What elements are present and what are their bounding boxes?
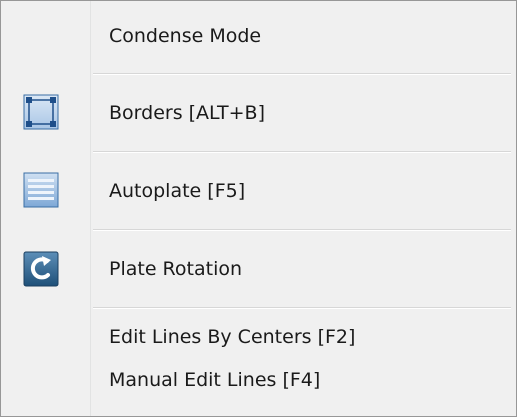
menu-item-condense-mode[interactable]: Condense Mode [1, 11, 516, 61]
menu-item-label: Autoplate [F5] [109, 180, 246, 202]
menu-item-autoplate[interactable]: Autoplate [F5] [1, 155, 516, 227]
menu-separator [93, 229, 511, 231]
menu-item-label: Plate Rotation [109, 258, 243, 280]
rotation-icon [23, 251, 59, 287]
autoplate-icon [23, 172, 59, 208]
menu-item-label: Manual Edit Lines [F4] [109, 369, 321, 391]
menu-item-edit-lines-by-centers[interactable]: Edit Lines By Centers [F2] [1, 313, 516, 357]
menu-item-borders[interactable]: Borders [ALT+B] [1, 77, 516, 149]
borders-icon [23, 94, 59, 130]
menu-separator [93, 73, 511, 75]
menu-item-manual-edit-lines[interactable]: Manual Edit Lines [F4] [1, 357, 516, 401]
context-menu: Condense Mode Borders [ALT+B] Autoplate … [0, 0, 517, 417]
menu-separator [93, 307, 511, 309]
menu-separator [93, 151, 511, 153]
menu-item-plate-rotation[interactable]: Plate Rotation [1, 233, 516, 305]
menu-item-label: Condense Mode [109, 25, 262, 47]
menu-item-label: Edit Lines By Centers [F2] [109, 326, 356, 348]
menu-item-label: Borders [ALT+B] [109, 102, 265, 124]
